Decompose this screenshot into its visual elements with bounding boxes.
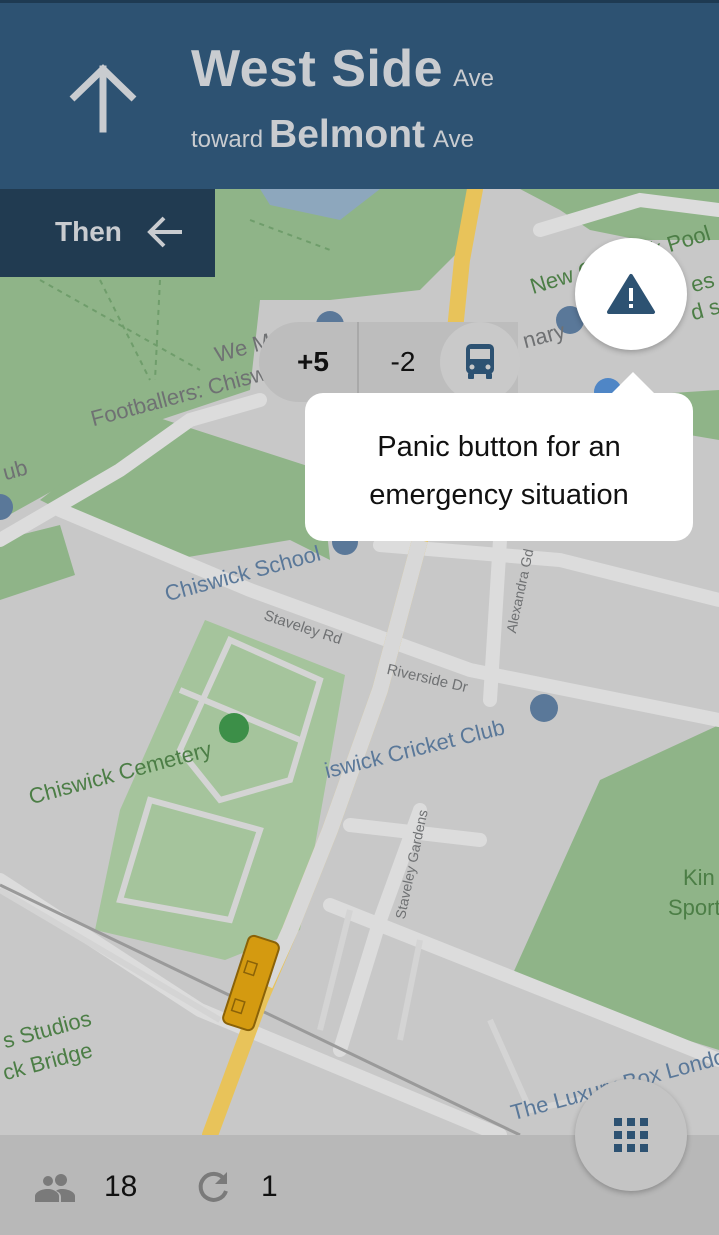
- panic-button[interactable]: [575, 238, 687, 350]
- toward-street-name: Belmont: [269, 113, 426, 156]
- arrow-left-icon: [147, 216, 182, 248]
- toward-street-suffix: Ave: [433, 126, 474, 153]
- menu-grid-button[interactable]: [575, 1079, 687, 1191]
- arrow-up-icon: [69, 64, 137, 133]
- street-suffix: Ave: [453, 65, 494, 92]
- toward-label: toward: [191, 126, 264, 153]
- panic-tooltip: Panic button for an emergency situation: [305, 393, 693, 541]
- map-label: Sport: [668, 895, 719, 920]
- passenger-count: 18: [104, 1170, 138, 1203]
- then-label: Then: [55, 216, 122, 247]
- grid-icon: [614, 1118, 648, 1152]
- tooltip-pointer: [611, 372, 655, 394]
- current-street: West Side Ave: [191, 39, 494, 99]
- bus-button[interactable]: [440, 322, 520, 402]
- map-label: Kin: [683, 865, 715, 890]
- counter-divider: [357, 322, 359, 402]
- warning-icon: [607, 274, 655, 314]
- toward-street: toward Belmont Ave: [191, 113, 474, 157]
- refresh-count: 1: [261, 1170, 278, 1203]
- people-icon: [35, 1174, 75, 1202]
- bus-icon: [466, 344, 494, 379]
- navigation-header: West Side Ave toward Belmont Ave: [0, 0, 719, 189]
- remove-passengers-button[interactable]: -2: [360, 322, 446, 402]
- add-passengers-button[interactable]: +5: [270, 322, 356, 402]
- street-name: West Side: [191, 40, 444, 98]
- panic-tooltip-text: Panic button for an emergency situation: [369, 431, 629, 511]
- refresh-icon[interactable]: [194, 1169, 232, 1207]
